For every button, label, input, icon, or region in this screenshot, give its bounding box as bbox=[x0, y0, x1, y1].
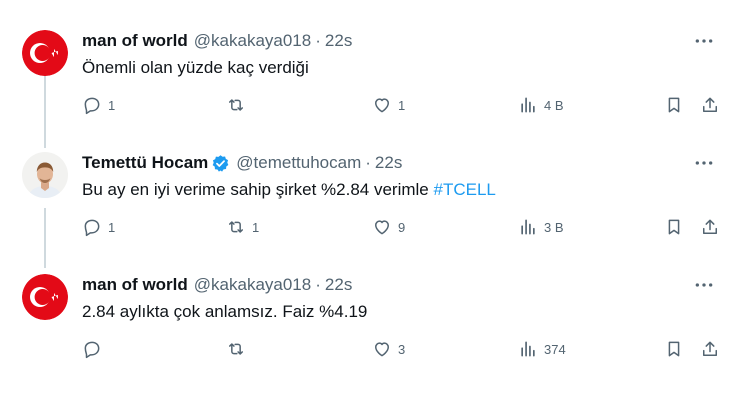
more-options-button[interactable] bbox=[692, 276, 716, 294]
display-name[interactable]: man of world bbox=[82, 275, 188, 295]
tweet[interactable]: Temettü Hocam @temettuhocam · 22s Bu ay … bbox=[0, 152, 730, 252]
bookmark-button[interactable] bbox=[664, 216, 684, 238]
view-count: 374 bbox=[544, 341, 566, 357]
bookmark-icon bbox=[668, 341, 680, 357]
tweet-header: man of world @kakakaya018 · 22s bbox=[82, 30, 352, 52]
bookmark-button[interactable] bbox=[664, 94, 684, 116]
view-count: 3 B bbox=[544, 219, 564, 235]
hashtag-link[interactable]: #TCELL bbox=[433, 180, 495, 199]
tweet-actions: 1 1 9 3 B bbox=[82, 216, 722, 238]
user-handle[interactable]: @temettuhocam bbox=[236, 153, 361, 173]
reply-icon bbox=[84, 219, 100, 237]
retweet-count: 1 bbox=[252, 219, 260, 235]
tweet-text: Önemli olan yüzde kaç verdiği bbox=[82, 58, 309, 78]
tweet-text-content: Önemli olan yüzde kaç verdiği bbox=[82, 58, 309, 77]
share-button[interactable] bbox=[700, 338, 720, 360]
turkey-flag-icon bbox=[22, 30, 68, 76]
bookmark-icon bbox=[668, 97, 680, 113]
tweet[interactable]: man of world @kakakaya018 · 22s Önemli o… bbox=[0, 30, 730, 130]
separator-dot: · bbox=[315, 31, 321, 50]
timestamp[interactable]: 22s bbox=[325, 31, 352, 51]
tweet-actions: 3 374 bbox=[82, 338, 722, 360]
user-handle[interactable]: @kakakaya018 bbox=[194, 31, 311, 51]
reply-button[interactable]: 1 bbox=[82, 216, 115, 238]
verified-badge-icon bbox=[212, 154, 229, 172]
heart-icon bbox=[375, 342, 389, 357]
separator-dot: · bbox=[365, 153, 371, 172]
avatar[interactable] bbox=[22, 152, 68, 198]
reply-count: 1 bbox=[108, 219, 116, 235]
analytics-icon bbox=[521, 97, 535, 113]
person-photo-icon bbox=[22, 152, 68, 198]
display-name[interactable]: man of world bbox=[82, 31, 188, 51]
share-button[interactable] bbox=[700, 94, 720, 116]
views-button[interactable]: 374 bbox=[518, 338, 566, 360]
user-handle[interactable]: @kakakaya018 bbox=[194, 275, 311, 295]
avatar[interactable] bbox=[22, 274, 68, 320]
timestamp[interactable]: 22s bbox=[325, 275, 352, 295]
tweet-header: man of world @kakakaya018 · 22s bbox=[82, 274, 352, 296]
reply-count: 1 bbox=[108, 97, 116, 113]
views-button[interactable]: 3 B bbox=[518, 216, 564, 238]
like-button[interactable]: 9 bbox=[372, 216, 405, 238]
bookmark-button[interactable] bbox=[664, 338, 684, 360]
like-count: 1 bbox=[398, 97, 406, 113]
retweet-icon bbox=[229, 343, 243, 355]
reply-icon bbox=[84, 97, 100, 115]
retweet-button[interactable]: 1 bbox=[226, 216, 259, 238]
tweet-text-content: Bu ay en iyi verime sahip şirket %2.84 v… bbox=[82, 180, 434, 199]
retweet-icon bbox=[229, 99, 243, 111]
analytics-icon bbox=[521, 219, 535, 235]
like-button[interactable]: 1 bbox=[372, 94, 405, 116]
view-count: 4 B bbox=[544, 97, 564, 113]
like-button[interactable]: 3 bbox=[372, 338, 405, 360]
tweet-text: Bu ay en iyi verime sahip şirket %2.84 v… bbox=[82, 180, 496, 200]
share-icon bbox=[703, 341, 717, 356]
tweet-text: 2.84 aylıkta çok anlamsız. Faiz %4.19 bbox=[82, 302, 367, 322]
share-icon bbox=[703, 219, 717, 234]
more-horizontal-icon bbox=[695, 161, 713, 165]
retweet-button[interactable] bbox=[226, 94, 252, 116]
bookmark-icon bbox=[668, 219, 680, 235]
share-button[interactable] bbox=[700, 216, 720, 238]
tweet-actions: 1 1 4 B bbox=[82, 94, 722, 116]
like-count: 3 bbox=[398, 341, 406, 357]
tweet[interactable]: man of world @kakakaya018 · 22s 2.84 ayl… bbox=[0, 274, 730, 374]
display-name[interactable]: Temettü Hocam bbox=[82, 153, 208, 173]
more-horizontal-icon bbox=[695, 283, 713, 287]
more-options-button[interactable] bbox=[692, 154, 716, 172]
retweet-button[interactable] bbox=[226, 338, 252, 360]
share-icon bbox=[703, 97, 717, 112]
reply-icon bbox=[84, 341, 100, 359]
views-button[interactable]: 4 B bbox=[518, 94, 564, 116]
tweet-header: Temettü Hocam @temettuhocam · 22s bbox=[82, 152, 402, 174]
heart-icon bbox=[375, 220, 389, 235]
reply-button[interactable]: 1 bbox=[82, 94, 115, 116]
like-count: 9 bbox=[398, 219, 406, 235]
more-horizontal-icon bbox=[695, 39, 713, 43]
more-options-button[interactable] bbox=[692, 32, 716, 50]
turkey-flag-icon bbox=[22, 274, 68, 320]
analytics-icon bbox=[521, 341, 535, 357]
timestamp[interactable]: 22s bbox=[375, 153, 402, 173]
heart-icon bbox=[375, 98, 389, 113]
avatar[interactable] bbox=[22, 30, 68, 76]
separator-dot: · bbox=[315, 275, 321, 294]
retweet-icon bbox=[229, 221, 243, 233]
tweet-text-content: 2.84 aylıkta çok anlamsız. Faiz %4.19 bbox=[82, 302, 368, 321]
reply-button[interactable] bbox=[82, 338, 108, 360]
